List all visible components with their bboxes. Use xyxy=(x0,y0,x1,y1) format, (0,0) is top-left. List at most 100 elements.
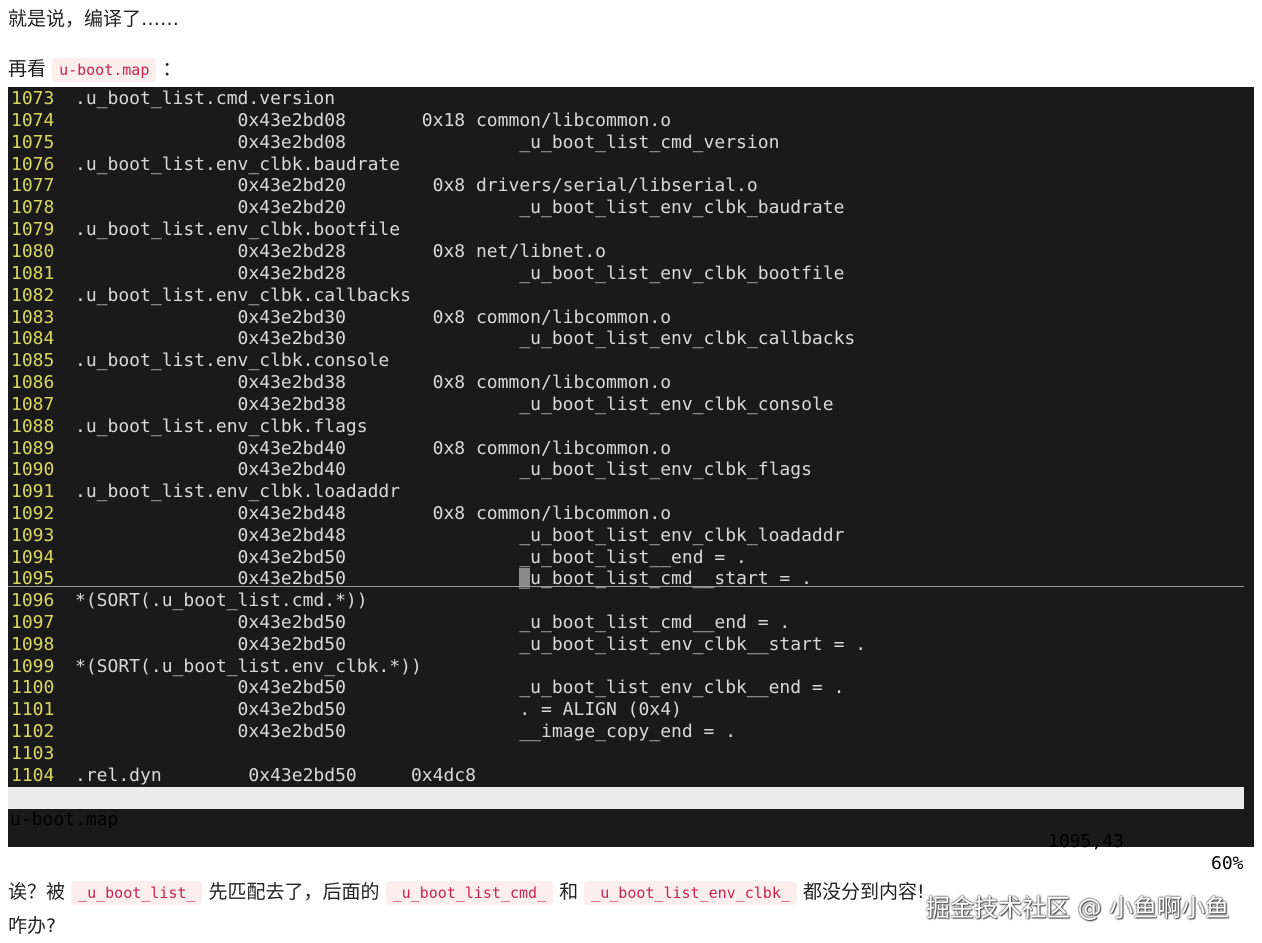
line-text: 0x43e2bd50 _u_boot_list__end = . xyxy=(75,546,747,568)
line-text: 0x43e2bd50 _u_boot_list_env_clbk__end = … xyxy=(75,677,845,699)
split-divider xyxy=(8,586,1244,587)
intro-paragraph: 就是说，编译了…… xyxy=(8,8,180,30)
editor-line: 1079 .u_boot_list.env_clbk.bootfile xyxy=(8,219,400,241)
terminal-screenshot: 1073 .u_boot_list.cmd.version 1074 0x43e2b… xyxy=(8,87,1254,874)
line-text: *(SORT(.u_boot_list.cmd.*)) xyxy=(75,590,368,611)
line-number: 1101 xyxy=(11,699,55,721)
line-number: 1075 xyxy=(11,131,55,153)
editor-line: 1081 0x43e2bd28 _u_boot_list_env_clbk_bo… xyxy=(8,263,844,285)
line-text: 0x43e2bd50 _u_boot_list_env_clbk__start … xyxy=(75,633,867,655)
line-text: .u_boot_list.env_clbk.loadaddr xyxy=(75,481,401,503)
editor-line: 1088 .u_boot_list.env_clbk.flags xyxy=(8,416,368,438)
line-number: 1098 xyxy=(11,633,55,655)
line-number: 1102 xyxy=(11,721,55,743)
line-number: 1085 xyxy=(11,350,55,372)
line-text: 0x43e2bd50 . = ALIGN (0x4) xyxy=(75,699,682,721)
editor-line: 1093 0x43e2bd48 _u_boot_list_env_clbk_lo… xyxy=(8,525,844,547)
line-number: 1096 xyxy=(11,590,55,611)
editor-line: 1097 0x43e2bd50 _u_boot_list_cmd__end = … xyxy=(8,612,790,634)
question-paragraph: 诶？被 _u_boot_list_ 先匹配去了，后面的 _u_boot_list… xyxy=(8,879,925,906)
line-number: 1087 xyxy=(11,393,55,415)
editor-line: 1103 xyxy=(8,743,75,765)
line-text: .rel.dyn 0x43e2bd50 0x4dc8 xyxy=(75,764,476,786)
line-number: 1079 xyxy=(11,219,55,241)
line-number: 1092 xyxy=(11,503,55,525)
line-text: 0x43e2bd20 0x8 drivers/serial/libserial.… xyxy=(75,175,758,197)
line-number: 1077 xyxy=(11,175,55,197)
line-number: 1083 xyxy=(11,306,55,328)
inline-code-u-boot-list-cmd: _u_boot_list_cmd_ xyxy=(385,881,554,905)
line-text: 0x43e2bd38 _u_boot_list_env_clbk_console xyxy=(75,393,834,415)
editor-line: 1100 0x43e2bd50 _u_boot_list_env_clbk__e… xyxy=(8,677,844,699)
line-number: 1084 xyxy=(11,328,55,350)
editor-line: 1073 .u_boot_list.cmd.version xyxy=(8,88,335,110)
map-file-code: u-boot.map xyxy=(52,58,157,82)
look-suffix: ： xyxy=(162,58,182,80)
editor-line: 1075 0x43e2bd08 _u_boot_list_cmd_version xyxy=(8,132,779,154)
editor-line: 1078 0x43e2bd20 _u_boot_list_env_clbk_ba… xyxy=(8,197,844,219)
line-text: .u_boot_list.env_clbk.callbacks xyxy=(75,284,411,306)
look-prefix: 再看 xyxy=(8,58,47,80)
status-position: 1095,43 xyxy=(1048,831,1124,852)
line-text: 0x43e2bd30 _u_boot_list_env_clbk_callbac… xyxy=(75,328,856,350)
line-text: 0x43e2bd40 0x8 common/libcommon.o xyxy=(75,437,672,459)
editor-line: 1086 0x43e2bd38 0x8 common/libcommon.o xyxy=(8,372,671,394)
line-number: 1086 xyxy=(11,372,55,394)
line-text: .u_boot_list.env_clbk.console xyxy=(75,350,390,372)
vim-status-bar: u-boot.map 1095,43 60% xyxy=(8,787,1244,874)
editor-line: 1094 0x43e2bd50 _u_boot_list__end = . xyxy=(8,547,747,569)
editor-line: 1074 0x43e2bd08 0x18 common/libcommon.o xyxy=(8,110,671,132)
editor-line: 1092 0x43e2bd48 0x8 common/libcommon.o xyxy=(8,503,671,525)
line-text: 0x43e2bd08 0x18 common/libcommon.o xyxy=(75,109,672,131)
editor-line: 1076 .u_boot_list.env_clbk.baudrate xyxy=(8,154,400,176)
line-text: 0x43e2bd30 0x8 common/libcommon.o xyxy=(75,306,672,328)
editor-line: 1077 0x43e2bd20 0x8 drivers/serial/libse… xyxy=(8,175,758,197)
question-text-3: 和 xyxy=(559,881,579,903)
line-number: 1090 xyxy=(11,459,55,481)
line-number: 1104 xyxy=(11,764,55,786)
editor-line: 1096 *(SORT(.u_boot_list.cmd.*)) xyxy=(8,590,368,612)
editor-line: 1098 0x43e2bd50 _u_boot_list_env_clbk__s… xyxy=(8,634,866,656)
line-text: 0x43e2bd48 0x8 common/libcommon.o xyxy=(75,503,672,525)
line-number: 1097 xyxy=(11,611,55,633)
line-text: .u_boot_list.env_clbk.bootfile xyxy=(75,219,401,241)
editor-line: 1083 0x43e2bd30 0x8 common/libcommon.o xyxy=(8,307,671,329)
closing-paragraph: 咋办? xyxy=(8,915,57,937)
editor-line: 1102 0x43e2bd50 __image_copy_end = . xyxy=(8,721,736,743)
editor-line: 1085 .u_boot_list.env_clbk.console xyxy=(8,350,389,372)
line-text: *(SORT(.u_boot_list.env_clbk.*)) xyxy=(75,655,422,677)
look-paragraph: 再看 u-boot.map ： xyxy=(8,56,181,83)
line-number: 1093 xyxy=(11,525,55,546)
line-number: 1100 xyxy=(11,677,55,699)
line-number: 1078 xyxy=(11,197,55,219)
line-number: 1099 xyxy=(11,655,55,677)
question-text-2: 先匹配去了，后面的 xyxy=(208,881,380,903)
line-number: 1091 xyxy=(11,481,55,503)
line-number: 1089 xyxy=(11,437,55,459)
line-text: 0x43e2bd28 _u_boot_list_env_clbk_bootfil… xyxy=(75,262,845,284)
line-number: 1094 xyxy=(11,546,55,568)
editor-line: 1082 .u_boot_list.env_clbk.callbacks xyxy=(8,285,411,307)
line-text: 0x43e2bd50 __image_copy_end = . xyxy=(75,721,737,743)
line-text: 0x43e2bd38 0x8 common/libcommon.o xyxy=(75,372,672,394)
line-text: 0x43e2bd20 _u_boot_list_env_clbk_baudrat… xyxy=(75,197,845,219)
editor-line: 1090 0x43e2bd40 _u_boot_list_env_clbk_fl… xyxy=(8,459,812,481)
status-percent: 60% xyxy=(1211,853,1244,874)
question-text-1: 诶？被 xyxy=(8,881,66,903)
line-text: 0x43e2bd40 _u_boot_list_env_clbk_flags xyxy=(75,459,812,481)
line-number: 1076 xyxy=(11,153,55,175)
editor-line: 1099 *(SORT(.u_boot_list.env_clbk.*)) xyxy=(8,656,422,678)
line-number: 1081 xyxy=(11,262,55,284)
line-number: 1088 xyxy=(11,415,55,437)
line-number: 1103 xyxy=(11,742,55,764)
line-text: .u_boot_list.env_clbk.flags xyxy=(75,415,368,437)
status-filename: u-boot.map xyxy=(10,809,119,830)
inline-code-u-boot-list-env-clbk: _u_boot_list_env_clbk_ xyxy=(584,881,797,905)
line-text: 0x43e2bd28 0x8 net/libnet.o xyxy=(75,240,607,262)
line-text: 0x43e2bd50 _u_boot_list_cmd__end = . xyxy=(75,611,791,633)
question-text-4: 都没分到内容! xyxy=(802,881,925,903)
editor-line: 1080 0x43e2bd28 0x8 net/libnet.o xyxy=(8,241,606,263)
inline-code-u-boot-list: _u_boot_list_ xyxy=(71,881,203,905)
editor-line: 1104 .rel.dyn 0x43e2bd50 0x4dc8 xyxy=(8,765,476,787)
line-number: 1080 xyxy=(11,240,55,262)
